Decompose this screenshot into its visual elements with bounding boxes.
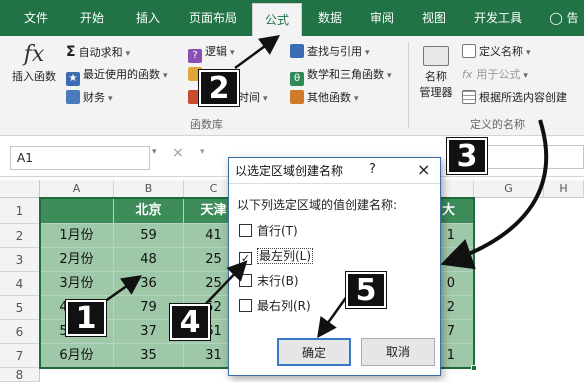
callout-badge-5: 5 — [346, 272, 386, 308]
callout-arrow-1 — [103, 275, 143, 304]
callout-arrow-2 — [234, 35, 281, 70]
callout-badge-4: 4 — [170, 304, 210, 340]
callout-badge-2: 2 — [199, 70, 239, 106]
callout-badge-3: 3 — [447, 138, 487, 174]
callout-badge-1: 1 — [66, 300, 106, 336]
